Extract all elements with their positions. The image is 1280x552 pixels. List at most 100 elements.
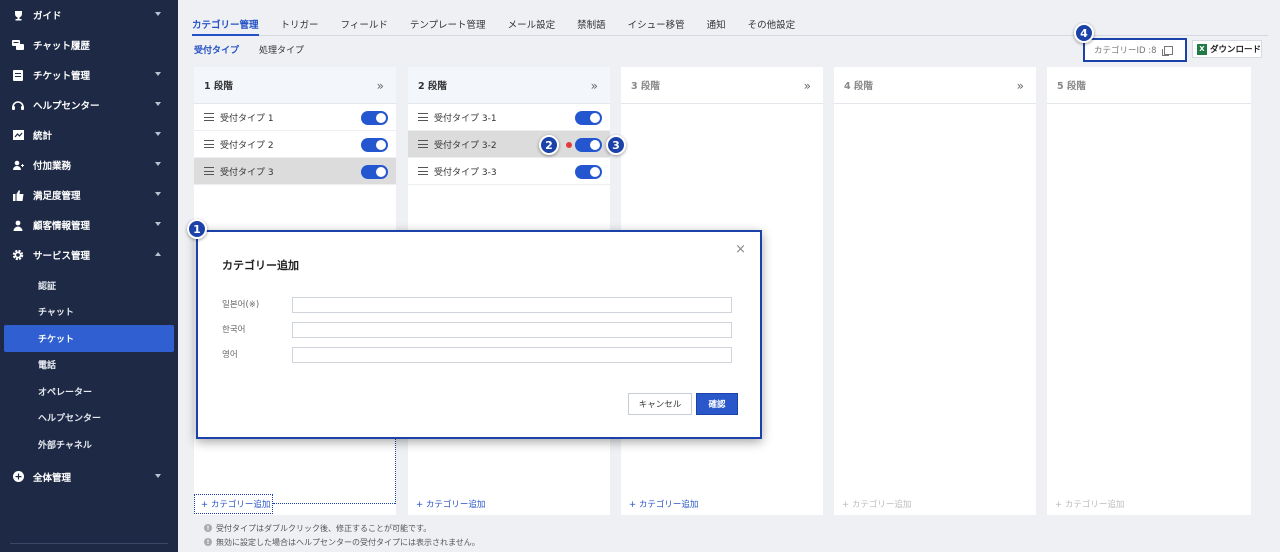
stage-column-4: 4 段階 » + カテゴリー追加: [834, 67, 1036, 515]
confirm-button[interactable]: 確認: [696, 393, 738, 415]
korean-name-input[interactable]: [292, 322, 732, 338]
item-label: 受付タイプ 3-2: [434, 140, 497, 151]
user-icon: [12, 219, 24, 231]
list-item-selected[interactable]: 受付タイプ 3: [194, 158, 396, 185]
drag-handle-icon[interactable]: [204, 140, 214, 148]
note-text: 無効に設定した場合はヘルプセンターの受付タイプには表示されません。: [216, 537, 480, 547]
column-header: 3 段階 »: [621, 67, 823, 104]
expand-icon[interactable]: »: [377, 79, 384, 93]
tab-field[interactable]: フィールド: [341, 12, 388, 35]
nav-guide[interactable]: ガイド: [0, 0, 178, 30]
delete-icon[interactable]: [566, 142, 572, 148]
tab-mail-settings[interactable]: メール設定: [508, 12, 556, 35]
list-item-selected[interactable]: 受付タイプ 3-2: [408, 131, 610, 158]
item-label: 受付タイプ 3-1: [434, 113, 497, 124]
nav-label: サービス管理: [33, 251, 91, 262]
item-label: 受付タイプ 3-3: [434, 167, 497, 178]
ticket-icon: [12, 69, 24, 81]
chevron-down-icon: [155, 222, 161, 226]
drag-handle-icon[interactable]: [418, 167, 428, 175]
column-title: 3 段階: [631, 81, 660, 92]
note-item: ! 受付タイプはダブルクリック後、修正することが可能です。: [204, 521, 480, 535]
drag-handle-icon[interactable]: [204, 113, 214, 121]
column-title: 4 段階: [844, 81, 873, 92]
close-icon[interactable]: ×: [735, 242, 746, 257]
sub-item-external-channel[interactable]: 外部チャネル: [0, 431, 178, 458]
note-text: 受付タイプはダブルクリック後、修正することが可能です。: [216, 523, 432, 533]
nav-statistics[interactable]: 統計: [0, 120, 178, 150]
list-item[interactable]: 受付タイプ 3-3: [408, 158, 610, 185]
category-id-text: カテゴリーID :8: [1094, 46, 1157, 56]
drag-handle-icon[interactable]: [418, 140, 428, 148]
nav-additional-work[interactable]: 付加業務: [0, 150, 178, 180]
subtab-reception-type[interactable]: 受付タイプ: [194, 43, 239, 56]
tab-template[interactable]: テンプレート管理: [410, 12, 486, 35]
column-title: 5 段階: [1057, 81, 1086, 92]
nav-satisfaction[interactable]: 満足度管理: [0, 180, 178, 210]
expand-icon[interactable]: »: [804, 79, 811, 93]
tab-banned-words[interactable]: 禁制語: [577, 12, 606, 35]
subtab-processing-type[interactable]: 処理タイプ: [259, 43, 304, 56]
download-button[interactable]: X ダウンロード: [1192, 40, 1262, 58]
column-header: 1 段階 »: [194, 67, 396, 104]
enable-toggle[interactable]: [361, 138, 388, 152]
tab-issue-transfer[interactable]: イシュー移管: [628, 12, 685, 35]
note-item: ! 無効に設定した場合はヘルプセンターの受付タイプには表示されません。: [204, 535, 480, 549]
tab-other-settings[interactable]: その他設定: [748, 12, 796, 35]
add-category-modal: カテゴリー追加 × 일본어(※) 한국어 영어 キャンセル 確認: [196, 230, 762, 439]
expand-icon[interactable]: »: [591, 79, 598, 93]
nav-ticket-management[interactable]: チケット管理: [0, 60, 178, 90]
list-item[interactable]: 受付タイプ 3-1: [408, 104, 610, 131]
nav-all-admin[interactable]: 全体管理: [0, 462, 178, 492]
sub-tabs: 受付タイプ 処理タイプ: [194, 43, 324, 56]
sub-item-chat[interactable]: チャット: [0, 299, 178, 326]
list-item[interactable]: 受付タイプ 1: [194, 104, 396, 131]
info-icon: !: [204, 538, 212, 546]
plus-circle-icon: [12, 471, 24, 483]
enable-toggle[interactable]: [575, 138, 602, 152]
japanese-name-input[interactable]: [292, 297, 732, 313]
field-label-japanese: 일본어(※): [222, 300, 260, 310]
sub-item-auth[interactable]: 認証: [0, 272, 178, 299]
english-name-input[interactable]: [292, 347, 732, 363]
enable-toggle[interactable]: [575, 165, 602, 179]
modal-title: カテゴリー追加: [222, 259, 299, 272]
copy-icon[interactable]: [1162, 46, 1173, 56]
drag-handle-icon[interactable]: [204, 167, 214, 175]
nav-help-center[interactable]: ヘルプセンター: [0, 90, 178, 120]
drag-handle-icon[interactable]: [418, 113, 428, 121]
nav-chat-history[interactable]: チャット履歴: [0, 30, 178, 60]
expand-icon[interactable]: »: [1017, 79, 1024, 93]
list-item[interactable]: 受付タイプ 2: [194, 131, 396, 158]
add-category-link[interactable]: + カテゴリー追加: [629, 498, 698, 510]
nav-label: 顧客情報管理: [33, 221, 91, 232]
nav-service-management[interactable]: サービス管理: [0, 240, 178, 270]
enable-toggle[interactable]: [361, 111, 388, 125]
sub-item-phone[interactable]: 電話: [0, 352, 178, 379]
enable-toggle[interactable]: [361, 165, 388, 179]
column-header: 5 段階: [1047, 67, 1251, 104]
nav-label: ガイド: [33, 11, 62, 22]
tab-trigger[interactable]: トリガー: [281, 12, 319, 35]
nav-label: 付加業務: [33, 161, 72, 172]
excel-icon: X: [1197, 43, 1207, 55]
sub-item-ticket[interactable]: チケット: [4, 325, 174, 352]
tab-notifications[interactable]: 通知: [707, 12, 726, 35]
connector-line: [273, 503, 395, 504]
chevron-down-icon: [155, 12, 161, 16]
sub-item-operator[interactable]: オペレーター: [0, 378, 178, 405]
nav-label: チケット管理: [33, 71, 91, 82]
nav-customer-info[interactable]: 顧客情報管理: [0, 210, 178, 240]
sub-item-help-center[interactable]: ヘルプセンター: [0, 405, 178, 432]
add-category-link-highlighted[interactable]: + カテゴリー追加: [194, 494, 273, 514]
info-icon: !: [204, 524, 212, 532]
chart-icon: [12, 129, 24, 141]
add-category-link[interactable]: + カテゴリー追加: [416, 498, 485, 510]
enable-toggle[interactable]: [575, 111, 602, 125]
thumbs-up-icon: [12, 189, 24, 201]
cancel-button[interactable]: キャンセル: [628, 393, 692, 415]
column-title: 2 段階: [418, 81, 447, 92]
sidebar: ガイド チャット履歴 チケット管理 ヘルプセンター 統計 付加業務 満足度管理 …: [0, 0, 178, 552]
tab-category-management[interactable]: カテゴリー管理: [192, 12, 259, 36]
field-label-english: 영어: [222, 350, 238, 360]
